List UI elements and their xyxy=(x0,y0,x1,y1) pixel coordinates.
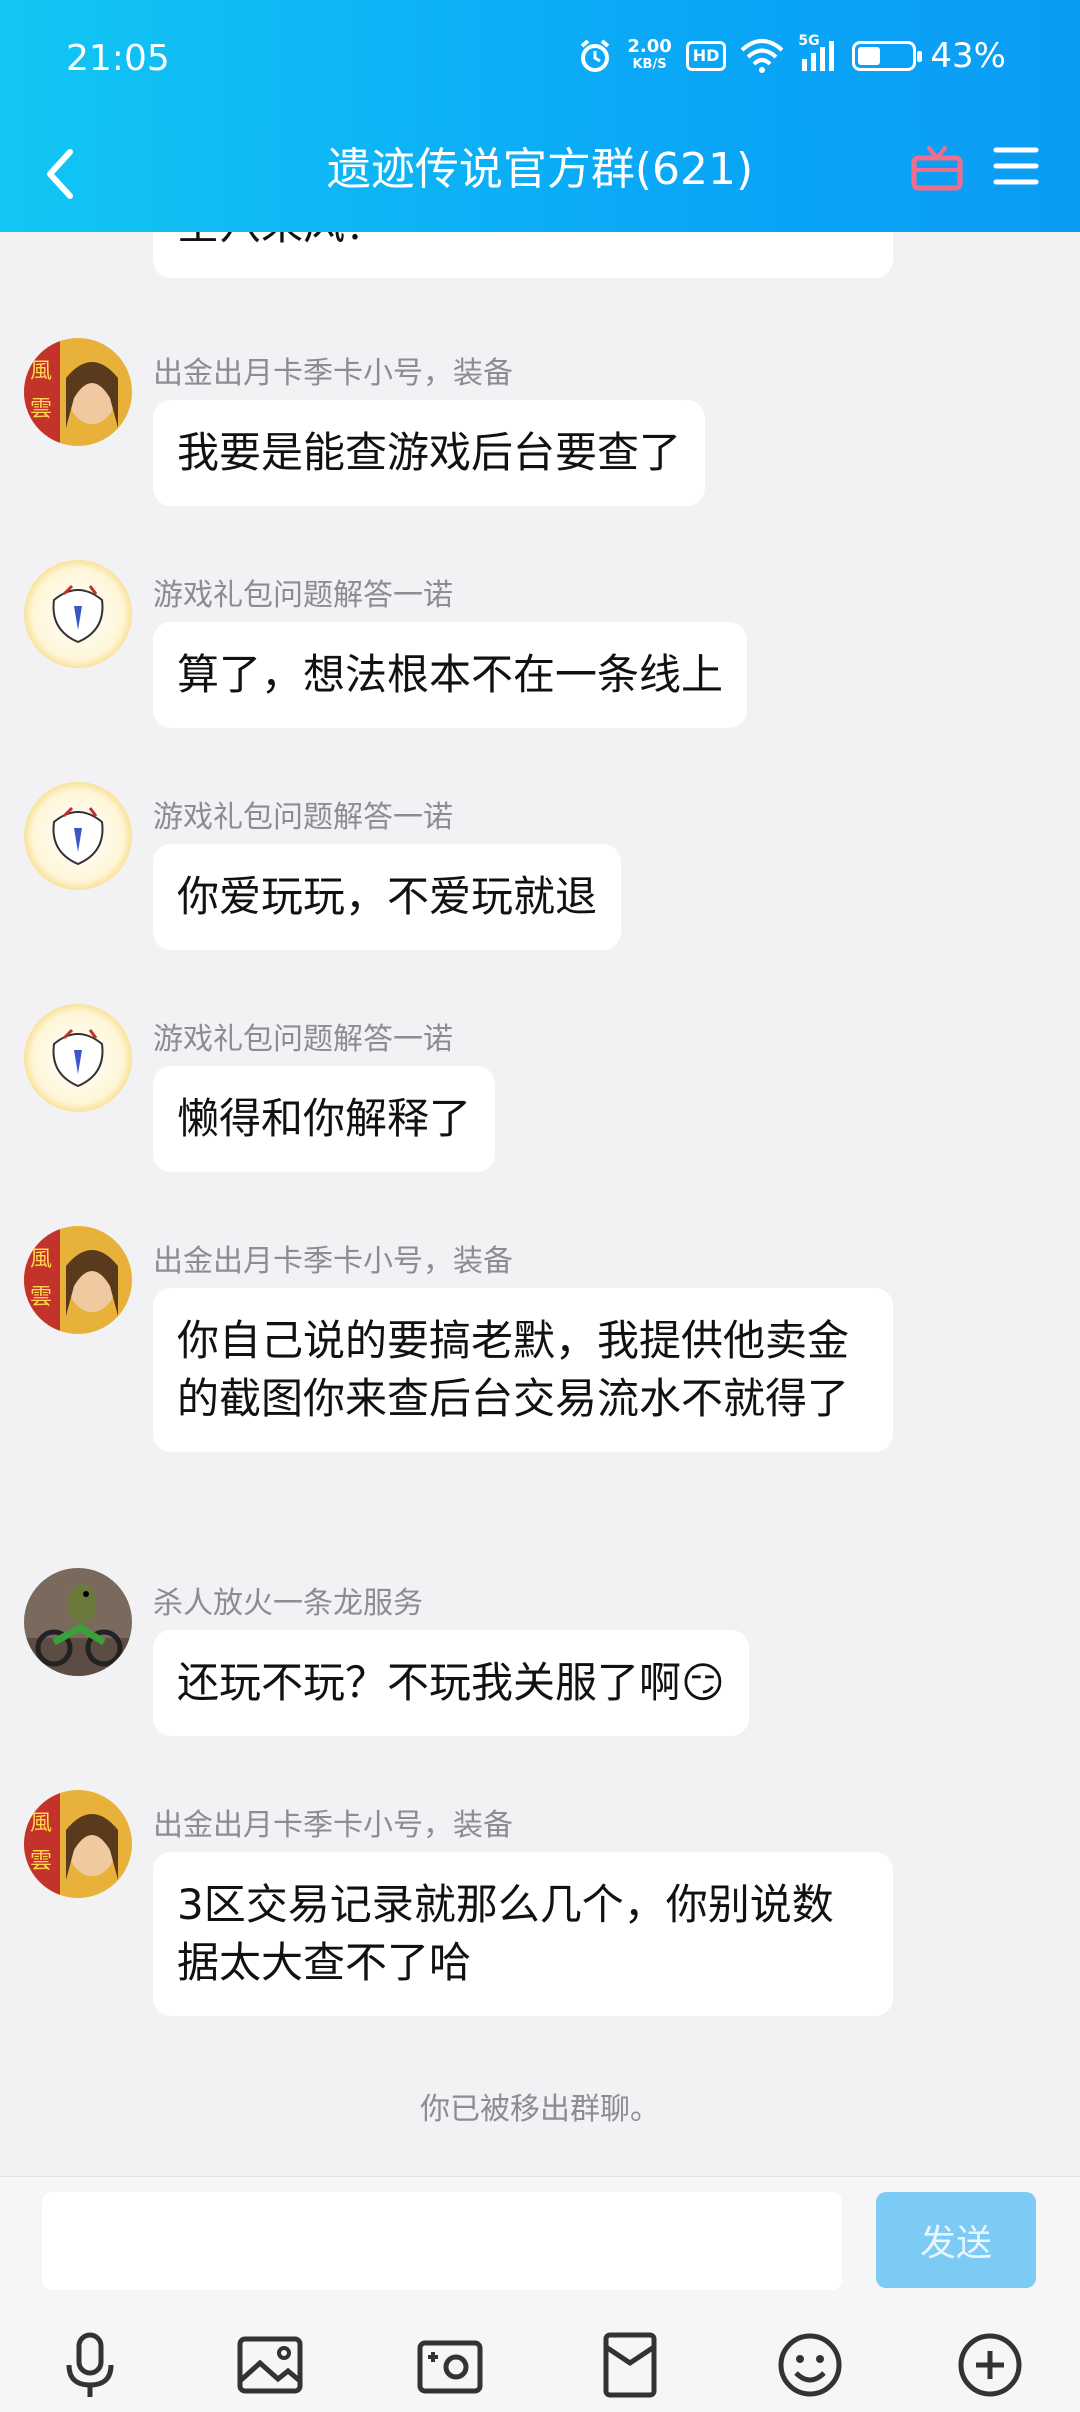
network-type-label: 5G xyxy=(798,33,820,49)
network-speed-value: 2.00 xyxy=(627,36,672,57)
camera-icon xyxy=(417,2340,483,2394)
avatar-fengyun[interactable]: 風 雲 xyxy=(24,1226,132,1334)
red-packet-button[interactable] xyxy=(592,2327,668,2403)
alarm-icon xyxy=(581,39,610,72)
avatar-lizard[interactable] xyxy=(24,1568,132,1676)
send-button[interactable]: 发送 xyxy=(876,2192,1036,2288)
message-bubble[interactable]: 空穴来风？ xyxy=(153,232,893,278)
microphone-icon xyxy=(66,2332,114,2397)
hd-badge: HD xyxy=(685,41,727,71)
message-bubble[interactable]: 你爱玩玩，不爱玩就退 xyxy=(153,844,622,950)
cartoon-avatar-image xyxy=(24,782,132,890)
plus-icon xyxy=(958,2333,1022,2397)
menu-button[interactable] xyxy=(990,140,1042,192)
picture-icon xyxy=(237,2336,303,2394)
app-header: 21:05 2.00 KB/S HD 5G 43% 遗迹传说官方群(621) xyxy=(0,0,1080,232)
network-speed-unit: KB/S xyxy=(632,57,667,72)
battery-icon xyxy=(852,41,923,71)
sender-name: 游戏礼包问题解答一诺 xyxy=(153,800,453,835)
nav-bar: 遗迹传说官方群(621) xyxy=(0,120,1080,232)
avatar-fengyun[interactable]: 風 雲 xyxy=(24,1790,132,1898)
system-notice: 你已被移出群聊。 xyxy=(420,2092,660,2127)
photo-button[interactable] xyxy=(232,2327,308,2403)
message-bubble[interactable]: 我要是能查游戏后台要查了 xyxy=(153,400,706,506)
message-bubble[interactable]: 算了，想法根本不在一条线上 xyxy=(153,622,748,728)
sender-name: 出金出月卡季卡小号，装备 xyxy=(153,1244,513,1279)
signal-indicator: 5G xyxy=(798,33,838,73)
svg-text:雲: 雲 xyxy=(30,397,52,422)
cartoon-avatar-image xyxy=(24,560,132,668)
sender-name: 出金出月卡季卡小号，装备 xyxy=(153,1808,513,1843)
battery-percent: 43% xyxy=(930,36,1006,76)
lizard-avatar-image xyxy=(24,1568,132,1676)
voice-button[interactable] xyxy=(52,2327,128,2403)
message-bubble[interactable]: 还玩不玩？不玩我关服了啊😏 xyxy=(153,1630,749,1736)
fengyun-avatar-image: 風 雲 xyxy=(24,338,132,446)
avatar-cartoon[interactable] xyxy=(24,782,132,890)
avatar-cartoon[interactable] xyxy=(24,1004,132,1112)
input-toolbar xyxy=(0,2327,1080,2407)
sender-name: 杀人放火一条龙服务 xyxy=(153,1586,423,1621)
hamburger-menu-icon xyxy=(993,147,1039,185)
status-icons: 2.00 KB/S HD 5G 43% xyxy=(577,33,1006,76)
status-time: 21:05 xyxy=(66,38,170,79)
gift-button[interactable] xyxy=(907,136,967,196)
svg-text:風: 風 xyxy=(30,359,52,384)
gift-box-icon xyxy=(911,146,963,191)
chat-message-list[interactable]: 空穴来风？ 風 雲 出金出月卡季卡小号，装备 我要是能查游戏后台要查了 xyxy=(0,232,1080,2176)
sender-name: 游戏礼包问题解答一诺 xyxy=(153,1022,453,1057)
cartoon-avatar-image xyxy=(24,1004,132,1112)
emoji-button[interactable] xyxy=(772,2327,848,2403)
avatar-cartoon[interactable] xyxy=(24,560,132,668)
input-bar: 发送 xyxy=(0,2176,1080,2412)
network-speed: 2.00 KB/S xyxy=(627,38,671,74)
status-bar: 21:05 2.00 KB/S HD 5G 43% xyxy=(0,0,1080,120)
sender-name: 游戏礼包问题解答一诺 xyxy=(153,578,453,613)
message-bubble[interactable]: 懒得和你解释了 xyxy=(153,1066,496,1172)
camera-button[interactable] xyxy=(412,2327,488,2403)
message-bubble[interactable]: 你自己说的要搞老默，我提供他卖金的截图你来查后台交易流水不就得了 xyxy=(153,1288,893,1452)
more-button[interactable] xyxy=(952,2327,1028,2403)
emoji-icon xyxy=(778,2333,842,2397)
svg-text:雲: 雲 xyxy=(30,1285,52,1310)
message-input[interactable] xyxy=(42,2192,842,2290)
svg-text:雲: 雲 xyxy=(30,1849,52,1874)
avatar-fengyun[interactable]: 風 雲 xyxy=(24,338,132,446)
fengyun-avatar-image: 風 雲 xyxy=(24,1226,132,1334)
svg-text:風: 風 xyxy=(30,1811,52,1836)
red-packet-icon xyxy=(603,2332,657,2398)
message-bubble[interactable]: 3区交易记录就那么几个，你别说数据太大查不了哈 xyxy=(153,1852,893,2016)
svg-text:風: 風 xyxy=(30,1247,52,1272)
fengyun-avatar-image: 風 雲 xyxy=(24,1790,132,1898)
sender-name: 出金出月卡季卡小号，装备 xyxy=(153,356,513,391)
wifi-icon xyxy=(741,39,784,73)
